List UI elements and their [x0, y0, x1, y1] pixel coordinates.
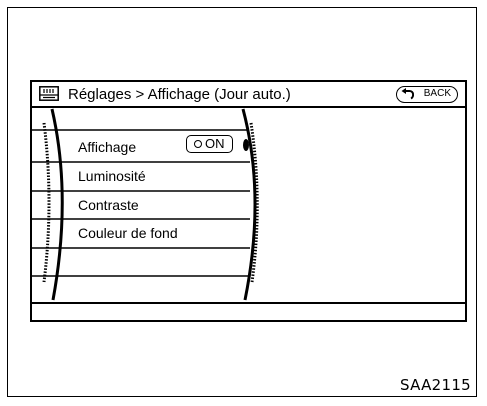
menu-item-couleur-de-fond[interactable]: Couleur de fond: [78, 225, 178, 241]
scroll-position-icon: [243, 139, 249, 151]
toggle-value: ON: [205, 136, 225, 151]
nav-screen: Réglages > Affichage (Jour auto.) BACK A…: [30, 80, 467, 322]
figure-code: SAA2115: [400, 376, 472, 394]
menu-item-affichage[interactable]: Affichage: [78, 139, 136, 155]
menu-item-luminosite[interactable]: Luminosité: [78, 168, 146, 184]
toggle-on-badge[interactable]: ON: [186, 135, 233, 153]
screen-footer-band: [32, 302, 465, 320]
menu-item-contraste[interactable]: Contraste: [78, 197, 139, 213]
radio-dot-icon: [194, 139, 202, 148]
